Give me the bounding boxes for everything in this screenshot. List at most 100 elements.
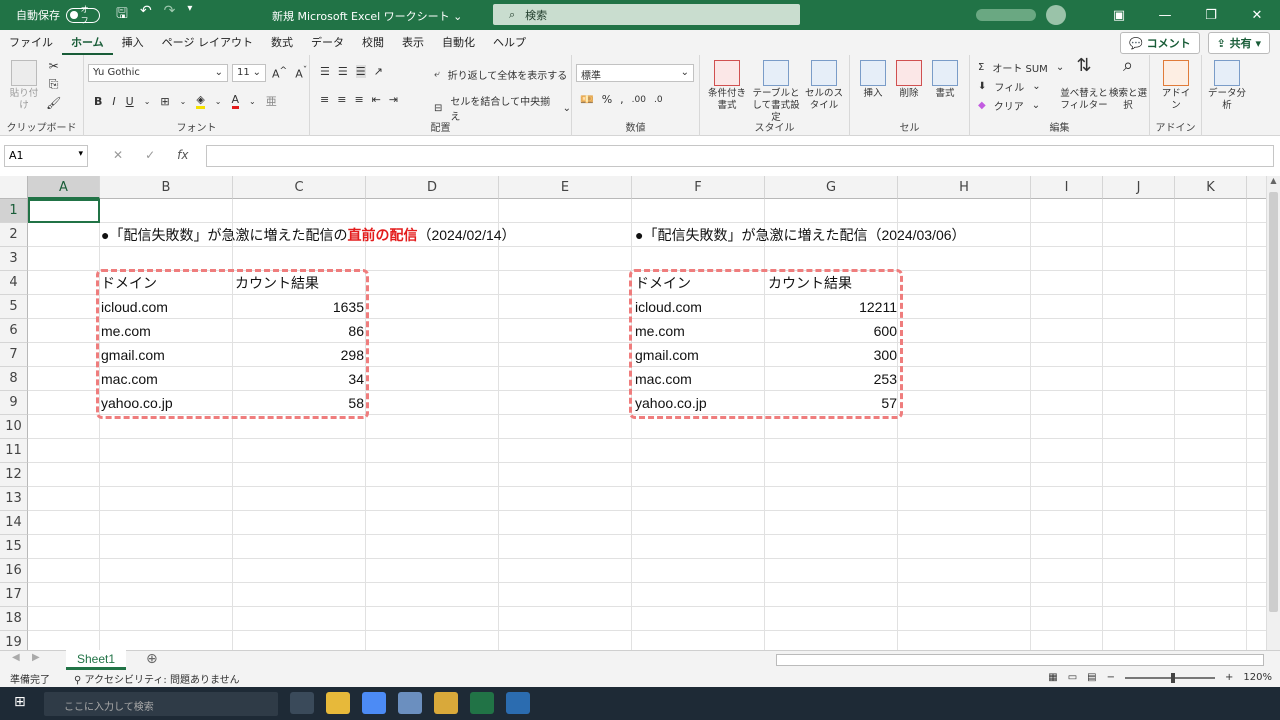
autosave-toggle[interactable]: オフ [66, 5, 100, 25]
file-explorer-icon[interactable] [326, 692, 350, 714]
close-icon[interactable]: ✕ [1234, 8, 1280, 23]
align-bottom-icon[interactable]: ☰ [355, 65, 366, 78]
row-header-12[interactable]: 12 [0, 463, 28, 487]
bold-button[interactable]: B [94, 95, 102, 108]
minimize-icon[interactable]: — [1142, 8, 1188, 23]
decrease-decimal-icon[interactable]: .0 [654, 95, 663, 105]
row-header-13[interactable]: 13 [0, 487, 28, 511]
tab-file[interactable]: ファイル [0, 30, 62, 55]
task-view-icon[interactable] [290, 692, 314, 714]
row-header-3[interactable]: 3 [0, 247, 28, 271]
row-header-8[interactable]: 8 [0, 367, 28, 391]
fill-color-icon[interactable]: ◈ [196, 93, 205, 109]
excel-taskbar-icon[interactable] [470, 692, 494, 714]
vertical-scroll-thumb[interactable] [1269, 192, 1278, 612]
conditional-formatting-button[interactable]: 条件付き書式 [704, 60, 750, 112]
row-header-5[interactable]: 5 [0, 295, 28, 319]
comma-icon[interactable]: , [620, 93, 624, 106]
cancel-icon[interactable]: ✕ [113, 148, 123, 162]
formula-input[interactable] [206, 145, 1274, 167]
avatar[interactable] [1046, 5, 1066, 25]
row-header-16[interactable]: 16 [0, 559, 28, 583]
col-header-C[interactable]: C [233, 176, 366, 199]
autosave[interactable]: 自動保存 オフ [16, 5, 100, 25]
align-left-icon[interactable]: ≡ [320, 93, 329, 106]
customize-qat-icon[interactable]: ▾ [187, 3, 192, 27]
enter-icon[interactable]: ✓ [145, 148, 155, 162]
col-header-K[interactable]: K [1175, 176, 1247, 199]
redo-icon[interactable]: ↷ [164, 3, 176, 27]
scroll-up-icon[interactable]: ▲ [1267, 176, 1280, 185]
vertical-scrollbar[interactable]: ▲ [1266, 176, 1280, 650]
underline-button[interactable]: U [126, 95, 134, 108]
tab-insert[interactable]: 挿入 [113, 30, 153, 55]
sheet-nav-next-icon[interactable]: ▶ [32, 652, 40, 663]
row-header-9[interactable]: 9 [0, 391, 28, 415]
col-header-A[interactable]: A [28, 176, 100, 199]
phonetic-icon[interactable]: 亜 [266, 93, 277, 109]
zoom-out-icon[interactable]: − [1107, 672, 1115, 683]
tab-review[interactable]: 校閲 [353, 30, 393, 55]
col-header-F[interactable]: F [632, 176, 765, 199]
col-header-D[interactable]: D [366, 176, 499, 199]
worksheet-grid[interactable]: A B C D E F G H I J K 1 2 3 4 5 6 7 8 9 10 11 12 13 1… [0, 176, 1266, 650]
app2-icon[interactable] [506, 692, 530, 714]
orientation-icon[interactable]: ↗ [374, 65, 383, 78]
restore-icon[interactable]: ❐ [1188, 8, 1234, 23]
currency-icon[interactable]: 💴 [580, 93, 594, 106]
normal-view-icon[interactable]: ▦ [1048, 672, 1057, 683]
save-icon[interactable]: 🖫 [116, 3, 128, 27]
name-box[interactable]: A1 ▾ [4, 145, 88, 167]
row-header-6[interactable]: 6 [0, 319, 28, 343]
format-cells-button[interactable]: 書式 [928, 60, 962, 100]
align-center-icon[interactable]: ≡ [337, 93, 346, 106]
col-header-J[interactable]: J [1103, 176, 1175, 199]
sheet-tab-sheet1[interactable]: Sheet1 [66, 650, 126, 670]
borders-icon[interactable]: ⊞ [160, 95, 169, 108]
align-middle-icon[interactable]: ☰ [338, 65, 348, 78]
format-as-table-button[interactable]: テーブルとして書式設定 [750, 60, 802, 124]
tab-page-layout[interactable]: ページ レイアウト [153, 30, 262, 55]
col-header-E[interactable]: E [499, 176, 632, 199]
page-break-view-icon[interactable]: ▤ [1087, 672, 1096, 683]
col-header-G[interactable]: G [765, 176, 898, 199]
zoom-level[interactable]: 120% [1243, 672, 1272, 683]
copy-icon[interactable]: ⎘ [49, 77, 59, 92]
decrease-indent-icon[interactable]: ⇤ [372, 93, 381, 106]
tab-automate[interactable]: 自動化 [433, 30, 484, 55]
clear-button[interactable]: ◆ クリア ⌄ [978, 98, 1040, 113]
row-header-15[interactable]: 15 [0, 535, 28, 559]
share-button[interactable]: ⇪ 共有 ▾ [1207, 32, 1270, 54]
row-header-18[interactable]: 18 [0, 607, 28, 631]
folder-icon[interactable] [434, 692, 458, 714]
increase-indent-icon[interactable]: ⇥ [389, 93, 398, 106]
find-select-button[interactable]: ⌕ 検索と選択 [1108, 57, 1148, 112]
row-header-2[interactable]: 2 [0, 223, 28, 247]
tab-formulas[interactable]: 数式 [262, 30, 302, 55]
row-header-10[interactable]: 10 [0, 415, 28, 439]
col-header-H[interactable]: H [898, 176, 1031, 199]
tab-help[interactable]: ヘルプ [484, 30, 535, 55]
user-name[interactable] [976, 9, 1036, 21]
grow-font-icon[interactable]: A^ [272, 65, 287, 81]
zoom-in-icon[interactable]: + [1225, 672, 1233, 683]
autosum-button[interactable]: Σ オート SUM ⌄ [978, 60, 1064, 75]
tab-data[interactable]: データ [302, 30, 353, 55]
document-title[interactable]: 新規 Microsoft Excel ワークシート ⌄ [272, 8, 462, 24]
row-header-19[interactable]: 19 [0, 631, 28, 650]
format-painter-icon[interactable]: 🖌 [46, 96, 61, 110]
addins-button[interactable]: アドイン [1158, 60, 1194, 112]
align-right-icon[interactable]: ≡ [354, 93, 363, 106]
select-all-corner[interactable] [0, 176, 28, 199]
tab-home[interactable]: ホーム [62, 30, 113, 55]
app-icon[interactable] [398, 692, 422, 714]
col-header-I[interactable]: I [1031, 176, 1103, 199]
delete-cells-button[interactable]: 削除 [892, 60, 926, 100]
paste-button[interactable]: 貼り付け [6, 60, 42, 112]
insert-function-icon[interactable]: fx [177, 148, 188, 162]
undo-icon[interactable]: ↶ [140, 3, 152, 27]
align-top-icon[interactable]: ☰ [320, 65, 330, 78]
taskbar-search[interactable]: ここに入力して検索 [44, 692, 278, 716]
number-format-select[interactable]: 標準 ⌄ [576, 64, 694, 82]
row-header-4[interactable]: 4 [0, 271, 28, 295]
